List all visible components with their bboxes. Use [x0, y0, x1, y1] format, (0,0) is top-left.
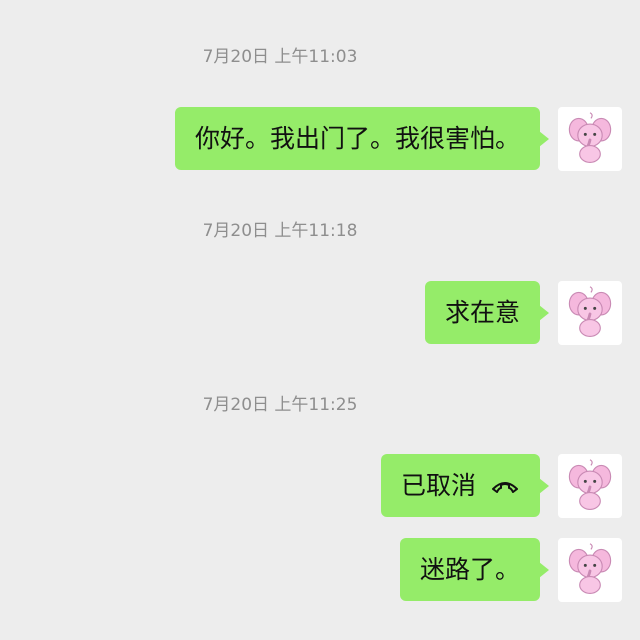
- message-row: 你好。我出门了。我很害怕。: [174, 107, 622, 171]
- message-row: 求在意: [424, 281, 622, 345]
- message-text: 求在意: [444, 298, 520, 327]
- call-cancelled-bubble[interactable]: 已取消: [380, 454, 550, 517]
- hang-up-phone-icon: [490, 476, 520, 496]
- message-row: 迷路了。: [399, 538, 622, 602]
- message-text: 已取消: [400, 471, 476, 500]
- pink-elephant-avatar-icon: [568, 286, 612, 337]
- message-bubble[interactable]: 你好。我出门了。我很害怕。: [174, 107, 550, 170]
- message-row: 已取消: [380, 454, 622, 518]
- message-timestamp: 7月20日 上午11:18: [202, 221, 358, 241]
- message-timestamp: 7月20日 上午11:03: [202, 47, 358, 67]
- message-text: 迷路了。: [419, 555, 520, 584]
- avatar[interactable]: [558, 281, 622, 345]
- avatar[interactable]: [558, 538, 622, 602]
- avatar[interactable]: [558, 454, 622, 518]
- message-text: 你好。我出门了。我很害怕。: [194, 124, 520, 153]
- pink-elephant-avatar-icon: [568, 112, 612, 163]
- pink-elephant-avatar-icon: [568, 543, 612, 594]
- avatar[interactable]: [558, 107, 622, 171]
- message-bubble[interactable]: 迷路了。: [399, 538, 550, 601]
- message-timestamp: 7月20日 上午11:25: [202, 395, 358, 415]
- pink-elephant-avatar-icon: [568, 459, 612, 510]
- chat-window: 7月20日 上午11:03 你好。我出门了。我很害怕。 7月20日 上午11:1…: [0, 0, 640, 640]
- message-bubble[interactable]: 求在意: [424, 281, 550, 344]
